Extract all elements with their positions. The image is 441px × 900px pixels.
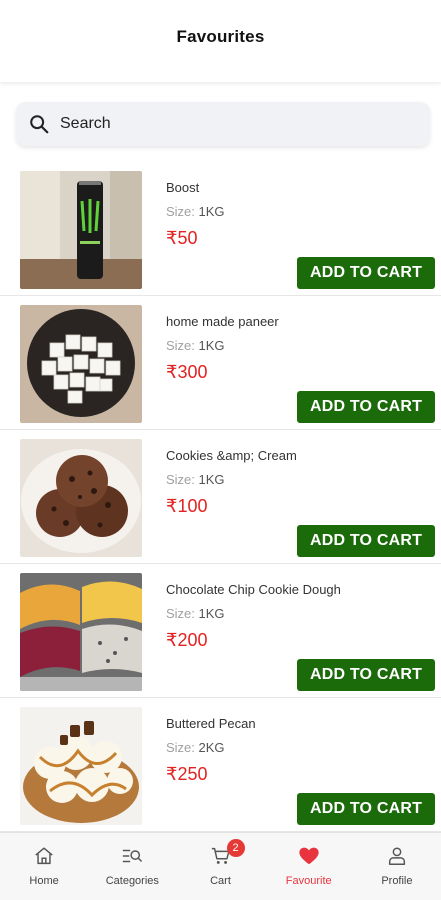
product-size: Size: 1KG — [166, 204, 225, 219]
tab-home[interactable]: Home — [0, 833, 88, 900]
tab-categories[interactable]: Categories — [88, 833, 176, 900]
tab-profile[interactable]: Profile — [353, 833, 441, 900]
list-item[interactable]: Chocolate Chip Cookie Dough Size: 1KG ₹2… — [0, 564, 441, 698]
tab-label: Profile — [381, 875, 413, 887]
search-bar[interactable] — [16, 102, 430, 146]
product-price: ₹250 — [166, 764, 208, 784]
product-image-pecan-cake — [20, 707, 142, 825]
product-size: Size: 1KG — [166, 472, 225, 487]
add-to-cart-button[interactable]: ADD TO CART — [297, 793, 435, 825]
product-name: Cookies &amp; Cream — [166, 448, 297, 463]
add-to-cart-button[interactable]: ADD TO CART — [297, 257, 435, 289]
tab-label: Cart — [210, 875, 231, 887]
product-size: Size: 2KG — [166, 740, 225, 755]
tab-cart[interactable]: 2 Cart — [176, 833, 264, 900]
product-image-ice-cream — [20, 439, 142, 557]
tab-label: Favourite — [285, 875, 332, 887]
product-name: home made paneer — [166, 314, 279, 329]
search-input[interactable] — [60, 115, 390, 133]
categories-icon — [123, 849, 143, 863]
product-price: ₹100 — [166, 496, 208, 516]
tab-label: Home — [29, 875, 59, 887]
product-price: ₹300 — [166, 362, 208, 382]
list-item[interactable]: home made paneer Size: 1KG ₹300 ADD TO C… — [0, 296, 441, 430]
tab-label: Categories — [105, 875, 159, 887]
product-name: Boost — [166, 180, 200, 195]
product-name: Buttered Pecan — [166, 716, 256, 731]
list-item[interactable]: Boost Size: 1KG ₹50 ADD TO CART — [0, 162, 441, 296]
product-image-gelato-trays — [20, 573, 142, 691]
product-size: Size: 1KG — [166, 606, 225, 621]
product-size: Size: 1KG — [166, 338, 225, 353]
add-to-cart-button[interactable]: ADD TO CART — [297, 391, 435, 423]
product-price: ₹200 — [166, 630, 208, 650]
favourites-list: Boost Size: 1KG ₹50 ADD TO CART home mad — [0, 162, 441, 832]
product-name: Chocolate Chip Cookie Dough — [166, 582, 341, 597]
search-icon — [30, 115, 49, 134]
add-to-cart-button[interactable]: ADD TO CART — [297, 525, 435, 557]
list-item[interactable]: Cookies &amp; Cream Size: 1KG ₹100 ADD T… — [0, 430, 441, 564]
app-header: Favourites — [0, 0, 441, 82]
add-to-cart-button[interactable]: ADD TO CART — [297, 659, 435, 691]
list-item[interactable]: Buttered Pecan Size: 2KG ₹250 ADD TO CAR… — [0, 698, 441, 832]
page-title: Favourites — [176, 27, 265, 46]
bottom-tab-bar: Home Categories 2 Cart Favourite Profile — [0, 832, 441, 900]
product-image-energy-drink — [20, 171, 142, 289]
tab-favourite[interactable]: Favourite — [265, 833, 353, 900]
cart-count-badge: 2 — [226, 839, 245, 857]
product-image-paneer — [20, 305, 142, 423]
heart-icon — [299, 847, 319, 865]
profile-icon — [388, 847, 405, 865]
product-price: ₹50 — [166, 228, 198, 248]
home-icon — [35, 847, 53, 865]
